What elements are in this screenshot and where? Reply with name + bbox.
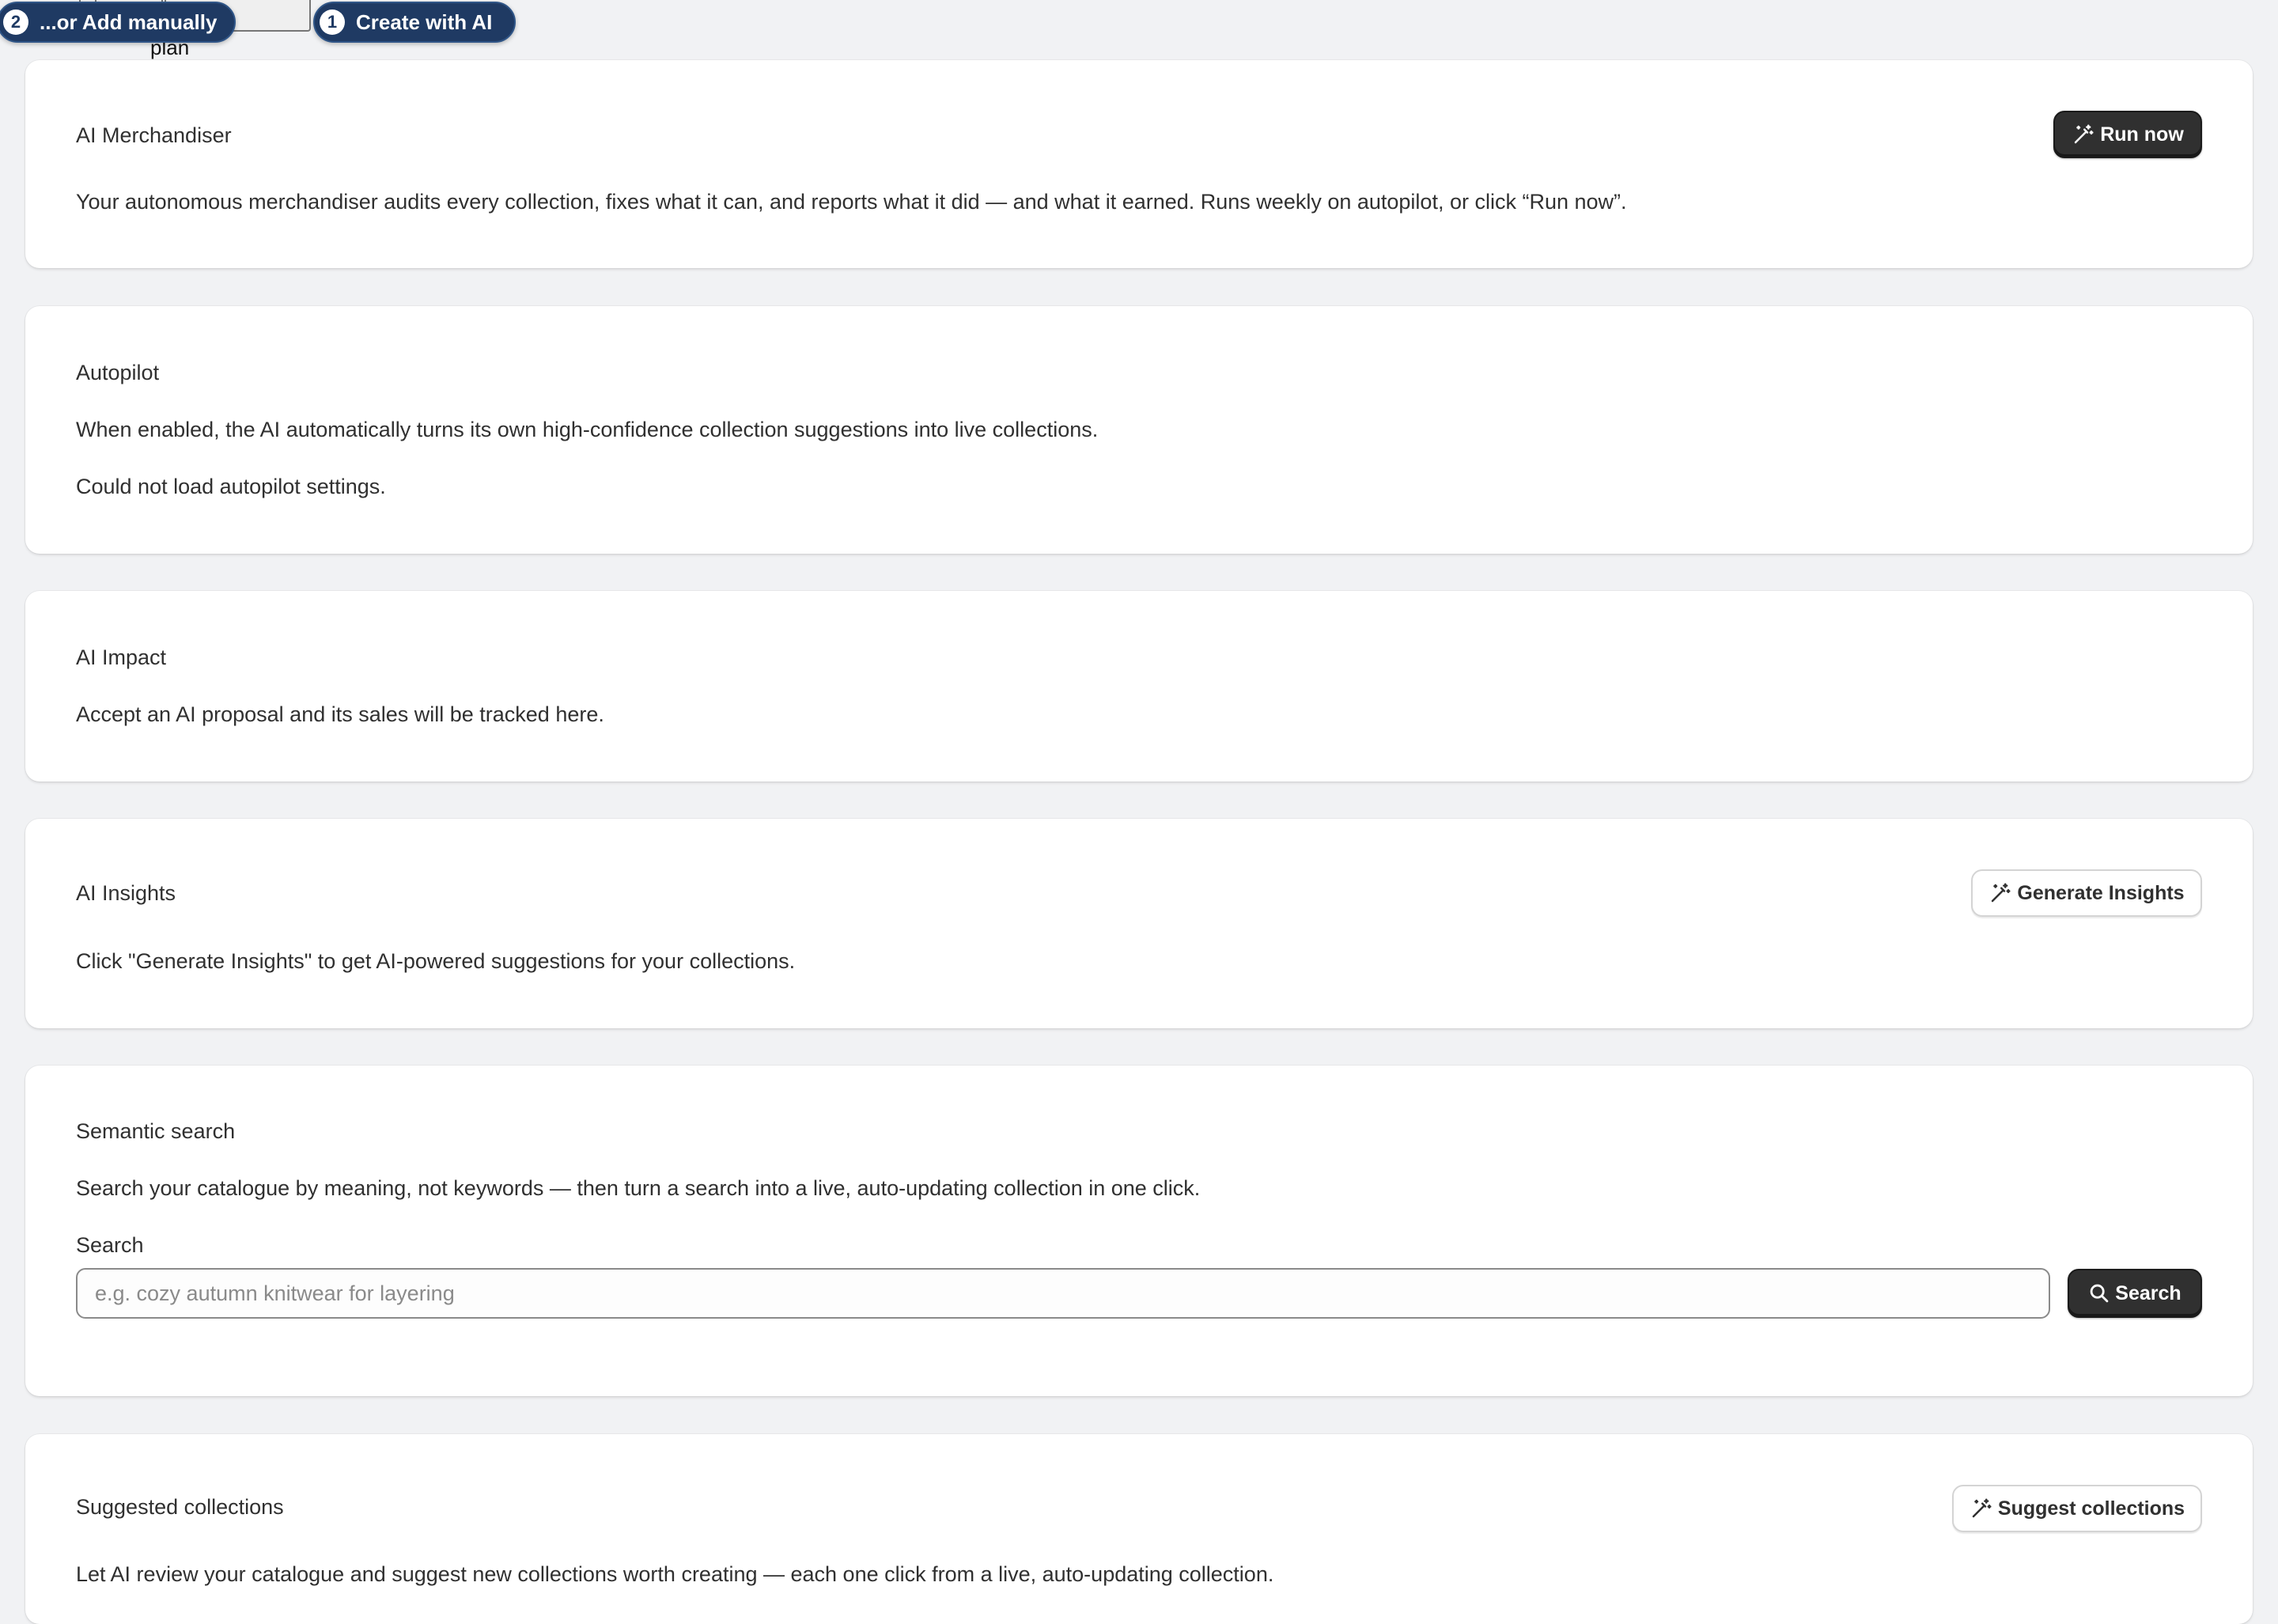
card-title: AI Merchandiser bbox=[76, 123, 232, 147]
tour-step-add-manually[interactable]: 2 ...or Add manually bbox=[0, 2, 236, 43]
card-description: Search your catalogue by meaning, not ke… bbox=[76, 1176, 1201, 1200]
step-number-badge: 2 bbox=[3, 9, 28, 35]
magic-wand-icon bbox=[1989, 881, 2017, 905]
ai-merchandiser-card: AI Merchandiser Your autonomous merchand… bbox=[25, 60, 2253, 268]
card-title: AI Insights bbox=[76, 881, 176, 905]
tour-step-create-with-ai[interactable]: 1 Create with AI bbox=[313, 2, 516, 43]
ai-insights-card: AI Insights Click "Generate Insights" to… bbox=[25, 819, 2253, 1028]
card-title: Autopilot bbox=[76, 361, 160, 384]
suggest-collections-label: Suggest collections bbox=[1997, 1497, 2185, 1520]
card-description: Accept an AI proposal and its sales will… bbox=[76, 702, 604, 726]
card-title: AI Impact bbox=[76, 645, 167, 669]
card-title: Semantic search bbox=[76, 1119, 236, 1143]
top-button-strip: ge plan 2 ...or Add manually 1 Create wi… bbox=[0, 0, 522, 59]
run-now-label: Run now bbox=[2100, 123, 2184, 146]
ai-impact-card: AI Impact Accept an AI proposal and its … bbox=[25, 591, 2253, 782]
step-number-badge: 1 bbox=[320, 9, 345, 35]
card-title: Suggested collections bbox=[76, 1495, 284, 1519]
autopilot-error-text: Could not load autopilot settings. bbox=[76, 475, 386, 498]
card-description: When enabled, the AI automatically turns… bbox=[76, 418, 1099, 441]
card-description: Click "Generate Insights" to get AI-powe… bbox=[76, 949, 796, 973]
generate-insights-button[interactable]: Generate Insights bbox=[1971, 869, 2202, 917]
semantic-search-card: Semantic search Search your catalogue by… bbox=[25, 1066, 2253, 1396]
suggest-collections-button[interactable]: Suggest collections bbox=[1952, 1485, 2202, 1532]
search-button-label: Search bbox=[2115, 1281, 2182, 1304]
suggested-collections-card: Suggested collections Let AI review your… bbox=[25, 1434, 2253, 1624]
tour-step-label: ...or Add manually bbox=[40, 9, 218, 34]
magic-wand-icon bbox=[2072, 123, 2100, 146]
card-description: Let AI review your catalogue and suggest… bbox=[76, 1562, 1274, 1586]
magic-wand-icon bbox=[1970, 1497, 1998, 1520]
semantic-search-input[interactable] bbox=[76, 1268, 2050, 1319]
run-now-button[interactable]: Run now bbox=[2053, 111, 2202, 158]
autopilot-card: Autopilot When enabled, the AI automatic… bbox=[25, 306, 2253, 554]
search-icon bbox=[2088, 1282, 2115, 1304]
generate-insights-label: Generate Insights bbox=[2017, 881, 2185, 904]
card-description: Your autonomous merchandiser audits ever… bbox=[76, 190, 1627, 214]
tour-step-label: Create with AI bbox=[356, 9, 493, 34]
search-label: Search bbox=[76, 1233, 144, 1257]
search-button[interactable]: Search bbox=[2068, 1269, 2202, 1318]
